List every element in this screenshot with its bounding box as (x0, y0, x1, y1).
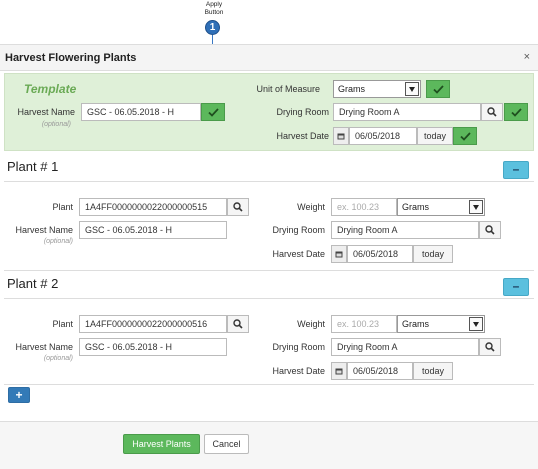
unit-value: Grams (402, 319, 429, 329)
divider (4, 384, 534, 385)
plant-label: Plant (52, 319, 73, 329)
today-button[interactable]: today (413, 245, 453, 263)
harvest-plants-button[interactable]: Harvest Plants (123, 434, 200, 454)
calendar-glyph (335, 251, 343, 258)
chevron-down-icon (469, 317, 483, 331)
drying-room-search-button[interactable] (479, 338, 501, 356)
calendar-glyph (337, 133, 345, 140)
apply-button-callout-label: Apply Button (199, 1, 229, 17)
template-harvest-date-input[interactable]: 06/05/2018 (349, 127, 417, 145)
drying-room-label: Drying Room (272, 342, 325, 352)
check-icon (207, 107, 219, 117)
callout-number-badge: 1 (205, 20, 220, 35)
template-optional-label: (optional) (41, 121, 71, 128)
callout-label-line1: Apply (205, 1, 223, 8)
unit-select[interactable]: Grams (397, 198, 485, 216)
divider (4, 181, 534, 182)
template-drying-room-apply-button[interactable] (504, 103, 528, 121)
add-plant-button[interactable]: + (8, 387, 30, 403)
calendar-glyph (335, 368, 343, 375)
collapse-button[interactable]: – (503, 278, 529, 296)
calendar-icon[interactable] (331, 245, 347, 263)
template-drying-room-label: Drying Room (276, 107, 329, 117)
weight-input[interactable]: ex. 100.23 (331, 198, 397, 216)
template-drying-room-search-button[interactable] (481, 103, 503, 121)
template-unit-select[interactable]: Grams (333, 80, 421, 98)
divider (4, 298, 534, 299)
divider (4, 270, 534, 271)
template-harvest-date-label: Harvest Date (276, 131, 329, 141)
template-harvest-date-apply-button[interactable] (453, 127, 477, 145)
collapse-button[interactable]: – (503, 161, 529, 179)
harvest-name-input[interactable]: GSC - 06.05.2018 - H (79, 221, 227, 239)
drying-room-label: Drying Room (272, 225, 325, 235)
weight-label: Weight (297, 319, 325, 329)
plant-tag-input[interactable]: 1A4FF0000000022000000516 (79, 315, 227, 333)
close-icon[interactable]: × (524, 51, 530, 63)
weight-label: Weight (297, 202, 325, 212)
template-harvest-name-label: Harvest Name (17, 107, 75, 117)
dialog-title: Harvest Flowering Plants (5, 52, 137, 64)
unit-value: Grams (402, 202, 429, 212)
calendar-icon[interactable] (331, 362, 347, 380)
harvest-name-label: Harvest Name (15, 342, 73, 352)
check-icon (459, 131, 471, 141)
template-unit-value: Grams (338, 84, 365, 94)
check-icon (510, 107, 522, 117)
cancel-button[interactable]: Cancel (204, 434, 249, 454)
harvest-date-input[interactable]: 06/05/2018 (347, 362, 413, 380)
chevron-down-icon (469, 200, 483, 214)
drying-room-input[interactable]: Drying Room A (331, 221, 479, 239)
dialog-footer (0, 421, 538, 469)
optional-label: (optional) (43, 355, 73, 362)
plant-tag-input[interactable]: 1A4FF0000000022000000515 (79, 198, 227, 216)
template-harvest-name-input[interactable]: GSC - 06.05.2018 - H (81, 103, 201, 121)
harvest-name-label: Harvest Name (15, 225, 73, 235)
calendar-icon[interactable] (333, 127, 349, 145)
harvest-date-label: Harvest Date (272, 249, 325, 259)
plant-title: Plant # 1 (7, 159, 59, 174)
harvest-name-input[interactable]: GSC - 06.05.2018 - H (79, 338, 227, 356)
template-drying-room-input[interactable]: Drying Room A (333, 103, 481, 121)
harvest-date-label: Harvest Date (272, 366, 325, 376)
unit-select[interactable]: Grams (397, 315, 485, 333)
plant-label: Plant (52, 202, 73, 212)
dialog-header: Harvest Flowering Plants × (0, 45, 538, 71)
template-unit-apply-button[interactable] (426, 80, 450, 98)
today-button[interactable]: today (413, 362, 453, 380)
search-icon (485, 225, 495, 235)
template-title: Template (24, 82, 77, 96)
harvest-date-input[interactable]: 06/05/2018 (347, 245, 413, 263)
weight-input[interactable]: ex. 100.23 (331, 315, 397, 333)
template-unit-label: Unit of Measure (256, 84, 320, 94)
chevron-down-icon (405, 82, 419, 96)
callout-label-line2: Button (204, 9, 224, 16)
template-section: Template Harvest Name (optional) GSC - 0… (4, 73, 534, 151)
plant-title: Plant # 2 (7, 276, 59, 291)
check-icon (432, 84, 444, 94)
harvest-dialog: Harvest Flowering Plants × Template Harv… (0, 44, 538, 469)
template-today-button[interactable]: today (417, 127, 453, 145)
drying-room-search-button[interactable] (479, 221, 501, 239)
drying-room-input[interactable]: Drying Room A (331, 338, 479, 356)
search-icon (485, 342, 495, 352)
search-icon (487, 107, 497, 117)
optional-label: (optional) (43, 238, 73, 245)
